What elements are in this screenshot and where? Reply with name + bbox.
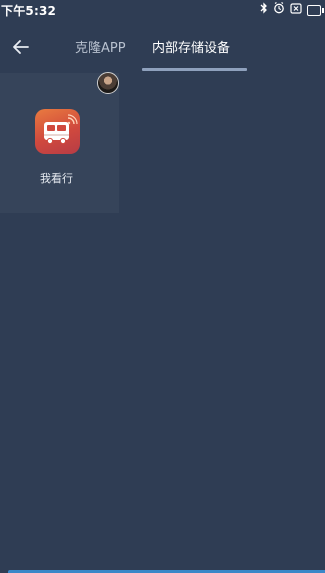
status-bar: 下午5:32 [0,0,325,20]
arrow-left-icon [13,40,29,54]
app-tile[interactable]: 我看行 [0,73,119,213]
sim-off-icon [290,2,302,18]
avatar[interactable] [97,72,119,94]
status-icons [260,2,324,18]
app-name: 我看行 [40,172,73,185]
screen: 下午5:32 克隆APP 内部存储设备 我看行 [0,0,325,573]
bus-app-icon [35,109,80,154]
status-time: 下午5:32 [1,4,57,18]
battery-icon [307,4,324,16]
back-button[interactable] [8,34,34,60]
tab-internal-storage[interactable]: 内部存储设备 [152,37,230,56]
bluetooth-icon [260,2,268,18]
alarm-icon [273,2,285,18]
active-tab-indicator [142,68,247,71]
header: 克隆APP 内部存储设备 [0,22,325,72]
tab-clone-app[interactable]: 克隆APP [75,37,126,56]
